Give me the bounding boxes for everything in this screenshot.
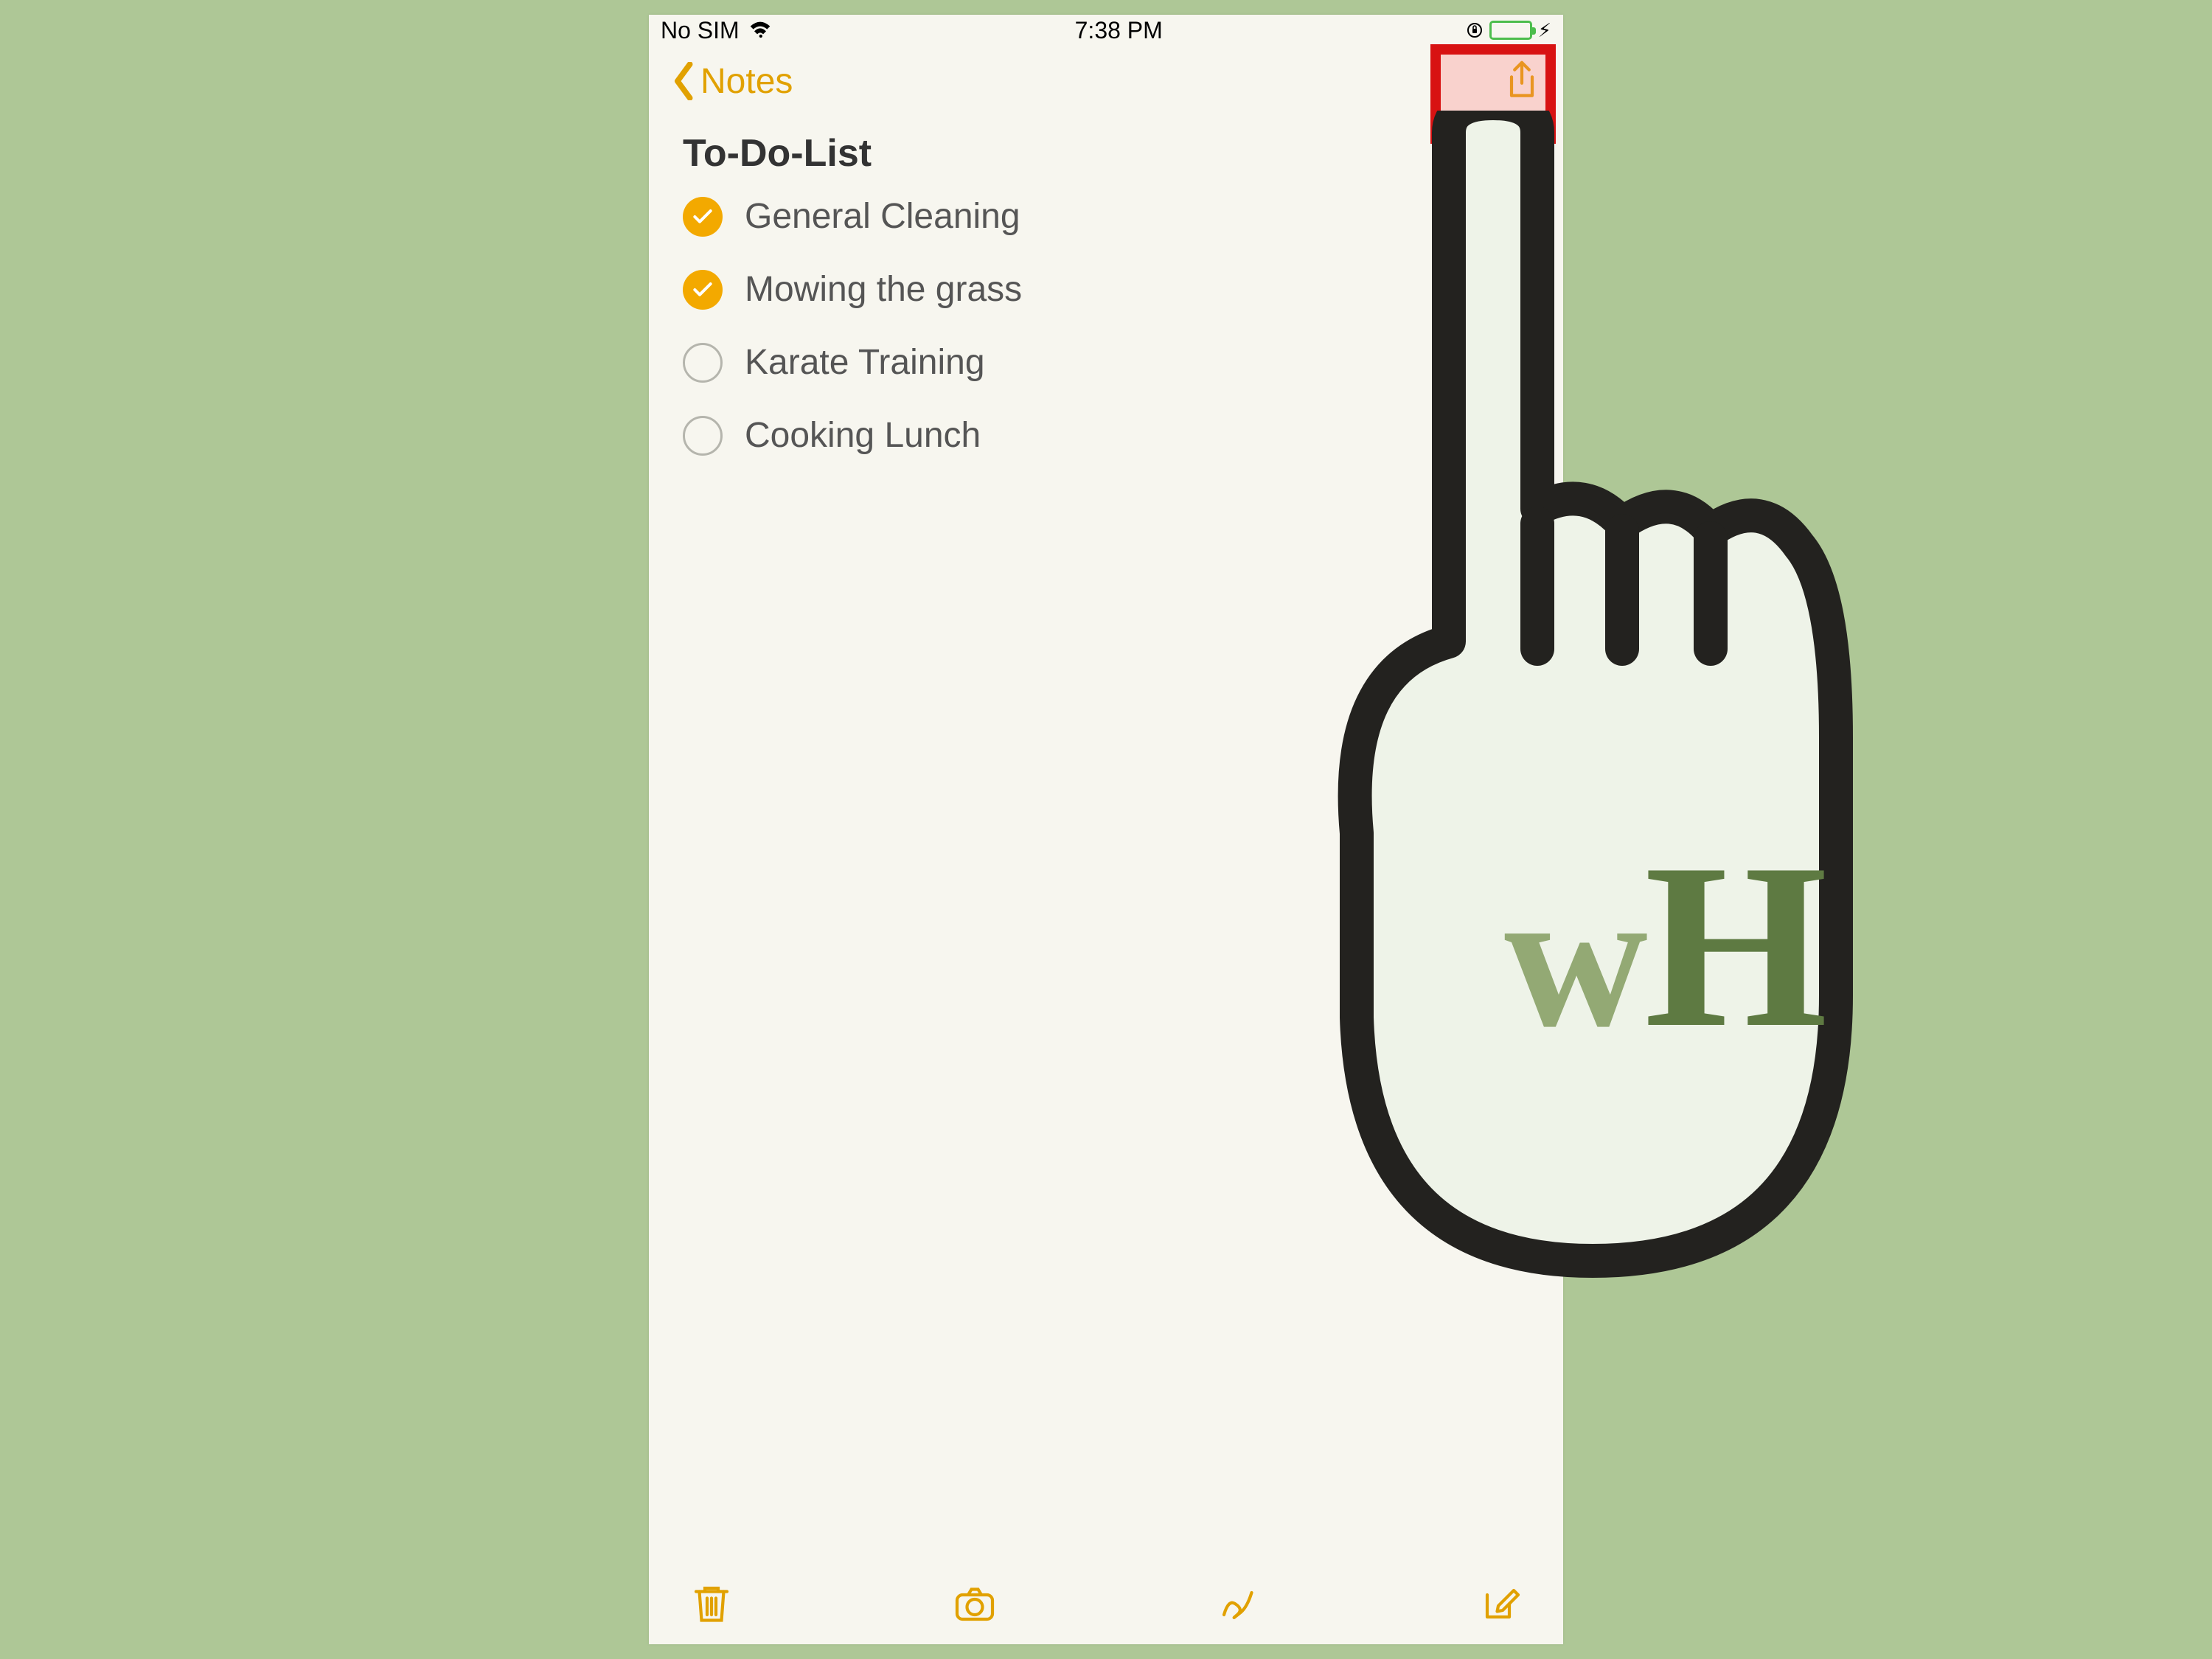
list-item[interactable]: Cooking Lunch <box>683 415 1529 456</box>
carrier-label: No SIM <box>661 17 740 44</box>
camera-icon <box>953 1582 997 1626</box>
compose-button[interactable] <box>1475 1578 1526 1630</box>
checkbox-checked-icon[interactable] <box>683 270 723 310</box>
share-icon <box>1505 60 1539 102</box>
wifi-icon <box>748 18 772 42</box>
charging-icon: ⚡︎ <box>1538 19 1551 42</box>
list-item[interactable]: General Cleaning <box>683 196 1529 237</box>
checklist: General Cleaning Mowing the grass Karate… <box>683 196 1529 456</box>
list-item-label: Mowing the grass <box>745 269 1022 310</box>
toolbar <box>649 1563 1563 1644</box>
list-item[interactable]: Karate Training <box>683 342 1529 383</box>
status-time: 7:38 PM <box>1075 17 1163 44</box>
camera-button[interactable] <box>949 1578 1001 1630</box>
sketch-button[interactable] <box>1211 1578 1263 1630</box>
rotation-lock-icon <box>1466 21 1484 39</box>
note-title: To-Do-List <box>683 131 1529 175</box>
note-content: To-Do-List General Cleaning Mowing the g… <box>649 116 1563 456</box>
sketch-icon <box>1215 1582 1259 1626</box>
logo-h: H <box>1644 815 1828 1077</box>
battery-icon <box>1489 21 1532 40</box>
checkbox-empty-icon[interactable] <box>683 343 723 383</box>
share-button[interactable] <box>1503 59 1541 103</box>
delete-button[interactable] <box>686 1578 737 1630</box>
checkbox-checked-icon[interactable] <box>683 197 723 237</box>
list-item-label: Cooking Lunch <box>745 415 981 456</box>
nav-bar: Notes <box>649 46 1563 116</box>
checkbox-empty-icon[interactable] <box>683 416 723 456</box>
list-item-label: General Cleaning <box>745 196 1020 237</box>
compose-icon <box>1478 1582 1523 1626</box>
status-bar: No SIM 7:38 PM ⚡︎ <box>649 15 1563 46</box>
list-item-label: Karate Training <box>745 342 985 383</box>
list-item[interactable]: Mowing the grass <box>683 269 1529 310</box>
chevron-left-icon <box>671 62 698 100</box>
back-label: Notes <box>700 61 793 102</box>
trash-icon <box>689 1582 734 1626</box>
phone-screen: No SIM 7:38 PM ⚡︎ Notes <box>649 15 1563 1644</box>
back-button[interactable]: Notes <box>671 61 793 102</box>
